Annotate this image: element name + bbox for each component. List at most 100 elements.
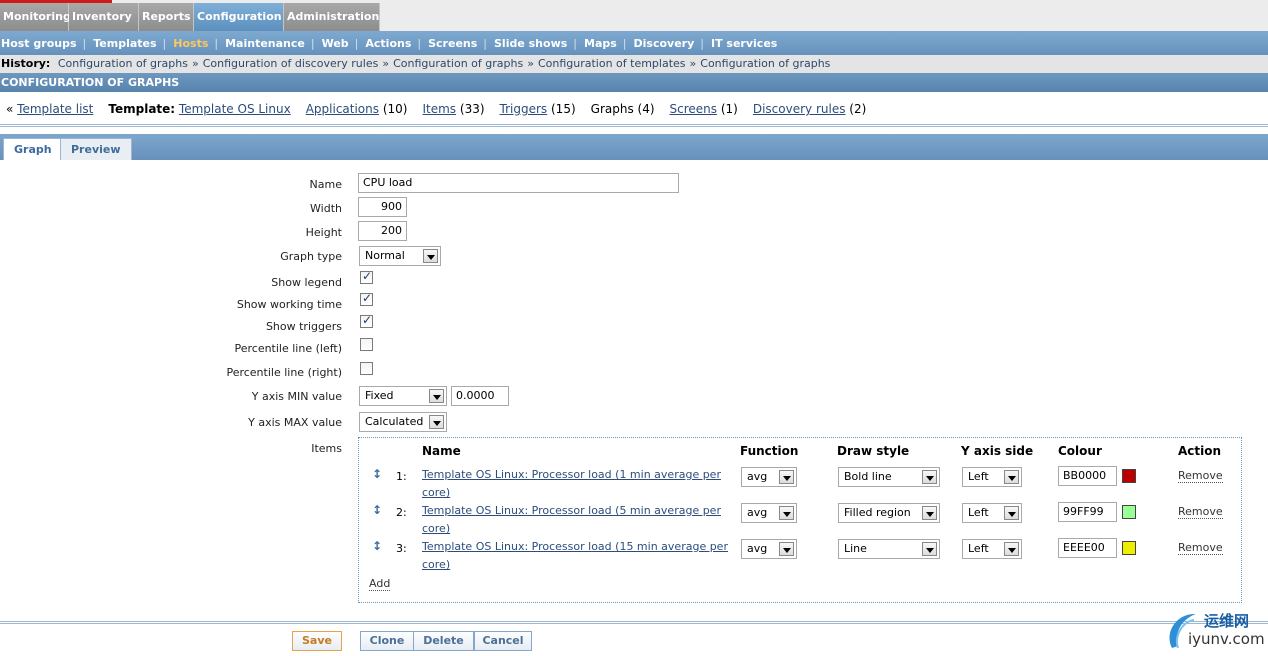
item-name-link[interactable]: Template OS Linux: Processor load (15 mi… [422, 538, 732, 574]
graphs-current: Graphs (4) [590, 102, 655, 116]
add-item-link[interactable]: Add [369, 577, 391, 591]
draw-style-select[interactable]: Bold line [838, 467, 940, 487]
submenu-web[interactable]: Web [321, 37, 355, 50]
separator: | [354, 36, 359, 50]
function-value: avg [747, 542, 768, 555]
colour-input[interactable]: EEEE00 [1058, 538, 1117, 558]
show-working-time-label: Show working time [236, 298, 342, 311]
submenu-host-groups[interactable]: Host groups [0, 37, 83, 50]
drag-handle-icon[interactable]: ↕ [372, 539, 382, 553]
remove-item-link[interactable]: Remove [1178, 469, 1223, 483]
clone-button[interactable]: Clone [360, 631, 414, 651]
show-triggers-checkbox[interactable] [360, 313, 373, 328]
drag-handle-icon[interactable]: ↕ [372, 503, 382, 517]
page-title: CONFIGURATION OF GRAPHS [0, 73, 1268, 92]
colour-input[interactable]: 99FF99 [1058, 502, 1117, 522]
y-side-value: Left [968, 506, 989, 519]
width-input[interactable]: 900 [358, 197, 407, 217]
cancel-button[interactable]: Cancel [474, 631, 532, 651]
template-list-link[interactable]: Template list [17, 102, 93, 116]
ymin-value-input[interactable]: 0.0000 [451, 386, 509, 406]
height-input[interactable]: 200 [358, 221, 407, 241]
menu-inventory[interactable]: Inventory [69, 3, 139, 31]
separator: | [82, 36, 87, 50]
draw-style-select[interactable]: Line [838, 539, 940, 559]
footer-divider [0, 621, 1268, 624]
item-name-link[interactable]: Template OS Linux: Processor load (1 min… [422, 466, 732, 502]
percentile-right-checkbox[interactable] [360, 362, 373, 375]
submenu-maps[interactable]: Maps [583, 37, 623, 50]
chevron-down-icon [1004, 470, 1019, 484]
submenu-discovery[interactable]: Discovery [633, 37, 701, 50]
remove-item-link[interactable]: Remove [1178, 505, 1223, 519]
show-legend-checkbox[interactable] [360, 269, 373, 284]
colour-swatch[interactable] [1122, 469, 1136, 483]
history-link[interactable]: Configuration of discovery rules [203, 57, 379, 70]
history-link[interactable]: Configuration of graphs [700, 57, 830, 70]
colour-input[interactable]: BB0000 [1058, 466, 1117, 486]
colour-swatch[interactable] [1122, 505, 1136, 519]
template-name-link[interactable]: Template OS Linux [179, 102, 291, 116]
chevron-down-icon [429, 389, 444, 403]
separator: | [214, 36, 219, 50]
applications-link[interactable]: Applications [306, 102, 379, 116]
submenu-it-services[interactable]: IT services [710, 37, 783, 50]
history-link[interactable]: Configuration of graphs [393, 57, 523, 70]
chevron-down-icon [1004, 506, 1019, 520]
drag-handle-icon[interactable]: ↕ [372, 467, 382, 481]
col-header-draw-style: Draw style [837, 444, 910, 458]
submenu-actions[interactable]: Actions [364, 37, 417, 50]
separator: | [573, 36, 577, 50]
item-number: 1: [396, 470, 407, 483]
history-separator: » [382, 57, 390, 70]
template-label: Template: [108, 102, 176, 116]
chevron-down-icon [779, 470, 794, 484]
y-side-select[interactable]: Left [962, 539, 1022, 559]
col-header-function: Function [740, 444, 799, 458]
delete-button[interactable]: Delete [413, 631, 474, 651]
function-select[interactable]: avg [741, 467, 797, 487]
history-link[interactable]: Configuration of templates [538, 57, 686, 70]
y-side-value: Left [968, 542, 989, 555]
submenu-hosts[interactable]: Hosts [172, 37, 214, 50]
ymin-type-select[interactable]: Fixed [359, 386, 447, 406]
menu-reports[interactable]: Reports [139, 3, 194, 31]
function-select[interactable]: avg [741, 539, 797, 559]
remove-item-link[interactable]: Remove [1178, 541, 1223, 555]
submenu-slide-shows[interactable]: Slide shows [493, 37, 573, 50]
name-input[interactable]: CPU load [358, 173, 679, 193]
menu-monitoring[interactable]: Monitoring [0, 3, 71, 31]
ymin-label: Y axis MIN value [251, 390, 342, 403]
submenu-templates[interactable]: Templates [92, 37, 162, 50]
item-name-link[interactable]: Template OS Linux: Processor load (5 min… [422, 502, 732, 538]
submenu-screens[interactable]: Screens [427, 37, 483, 50]
menu-configuration[interactable]: Configuration [194, 3, 284, 31]
graph-type-label: Graph type [280, 250, 342, 263]
submenu-maintenance[interactable]: Maintenance [224, 37, 311, 50]
show-working-time-checkbox[interactable] [360, 291, 373, 306]
menu-administration[interactable]: Administration [284, 3, 380, 31]
history-link[interactable]: Configuration of graphs [54, 57, 188, 70]
ymax-type-select[interactable]: Calculated [359, 412, 447, 432]
col-header-y-axis-side: Y axis side [961, 444, 1034, 458]
draw-style-select[interactable]: Filled region [838, 503, 940, 523]
tab-preview[interactable]: Preview [60, 138, 132, 160]
percentile-left-checkbox[interactable] [360, 338, 373, 351]
screens-link[interactable]: Screens [670, 102, 718, 116]
y-side-select[interactable]: Left [962, 467, 1022, 487]
name-label: Name [309, 178, 342, 191]
items-link[interactable]: Items [422, 102, 456, 116]
col-header-colour: Colour [1058, 444, 1102, 458]
function-select[interactable]: avg [741, 503, 797, 523]
triggers-link[interactable]: Triggers [500, 102, 548, 116]
colour-swatch[interactable] [1122, 541, 1136, 555]
save-button[interactable]: Save [292, 631, 342, 651]
chevron-down-icon [922, 542, 937, 556]
discovery-rules-link[interactable]: Discovery rules [753, 102, 846, 116]
tab-graph[interactable]: Graph [3, 138, 63, 160]
graph-type-select[interactable]: Normal [359, 246, 441, 266]
y-side-select[interactable]: Left [962, 503, 1022, 523]
history-separator: » [527, 57, 534, 70]
screens-count: (1) [720, 102, 738, 116]
chevron-down-icon [423, 249, 438, 263]
